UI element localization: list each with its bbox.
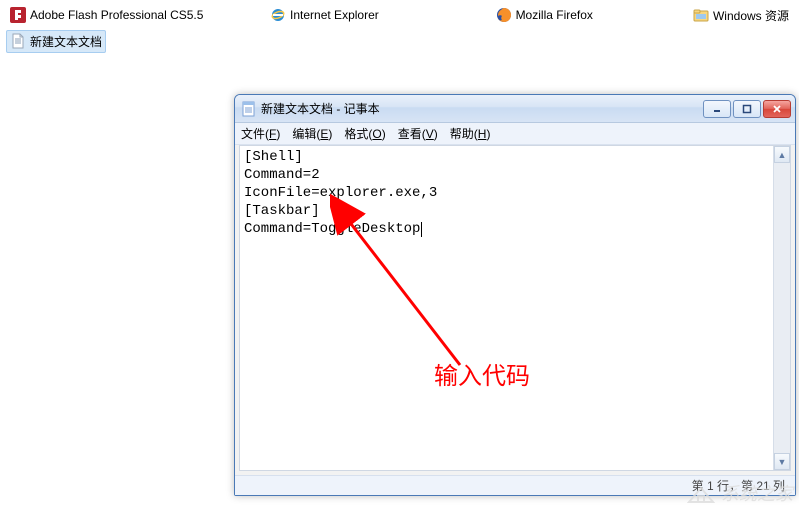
scroll-track[interactable] <box>774 163 790 453</box>
explorer-icon <box>693 7 709 23</box>
menu-help[interactable]: 帮助(H) <box>450 125 491 142</box>
maximize-button[interactable] <box>733 100 761 118</box>
notepad-icon <box>241 101 257 117</box>
desktop-icon-label: Internet Explorer <box>290 8 379 22</box>
desktop-icon-ie[interactable]: Internet Explorer <box>266 4 383 26</box>
client-area: [Shell] Command=2 IconFile=explorer.exe,… <box>239 145 791 471</box>
flash-icon <box>10 7 26 23</box>
watermark-text: 系统之家 <box>721 480 793 506</box>
desktop-icon-label: Windows 资源 <box>713 7 789 24</box>
desktop-icon-firefox[interactable]: Mozilla Firefox <box>492 4 597 26</box>
desktop-icon-label: 新建文本文档 <box>30 33 102 50</box>
text-area[interactable]: [Shell] Command=2 IconFile=explorer.exe,… <box>240 146 773 470</box>
scroll-down-button[interactable]: ▼ <box>774 453 790 470</box>
desktop-area: Adobe Flash Professional CS5.5 Internet … <box>0 0 799 56</box>
watermark: 系统之家 <box>687 480 793 506</box>
vertical-scrollbar[interactable]: ▲ ▼ <box>773 146 790 470</box>
desktop-icon-label: Mozilla Firefox <box>516 8 593 22</box>
close-button[interactable] <box>763 100 791 118</box>
text-caret <box>421 222 422 237</box>
menubar: 文件(F) 编辑(E) 格式(O) 查看(V) 帮助(H) <box>235 123 795 145</box>
desktop-icon-windows-res[interactable]: Windows 资源 <box>689 4 793 27</box>
ie-icon <box>270 7 286 23</box>
menu-view[interactable]: 查看(V) <box>398 125 438 142</box>
desktop-icon-flash[interactable]: Adobe Flash Professional CS5.5 <box>6 4 207 26</box>
menu-edit[interactable]: 编辑(E) <box>292 125 332 142</box>
watermark-icon <box>687 482 715 504</box>
text-line: IconFile=explorer.exe,3 <box>244 185 437 201</box>
text-line: [Taskbar] <box>244 203 320 219</box>
minimize-button[interactable] <box>703 100 731 118</box>
text-line: Command=ToggleDesktop <box>244 221 420 237</box>
titlebar[interactable]: 新建文本文档 - 记事本 <box>235 95 795 123</box>
desktop-icon-label: Adobe Flash Professional CS5.5 <box>30 8 203 22</box>
scroll-up-button[interactable]: ▲ <box>774 146 790 163</box>
text-line: [Shell] <box>244 149 303 165</box>
window-title: 新建文本文档 - 记事本 <box>261 100 703 117</box>
menu-file[interactable]: 文件(F) <box>241 125 280 142</box>
firefox-icon <box>496 7 512 23</box>
text-line: Command=2 <box>244 167 320 183</box>
text-file-icon <box>10 33 26 49</box>
desktop-icon-textfile[interactable]: 新建文本文档 <box>6 30 106 53</box>
notepad-window: 新建文本文档 - 记事本 文件(F) 编辑(E) 格式(O) 查看(V) 帮助(… <box>234 94 796 496</box>
menu-format[interactable]: 格式(O) <box>344 125 385 142</box>
